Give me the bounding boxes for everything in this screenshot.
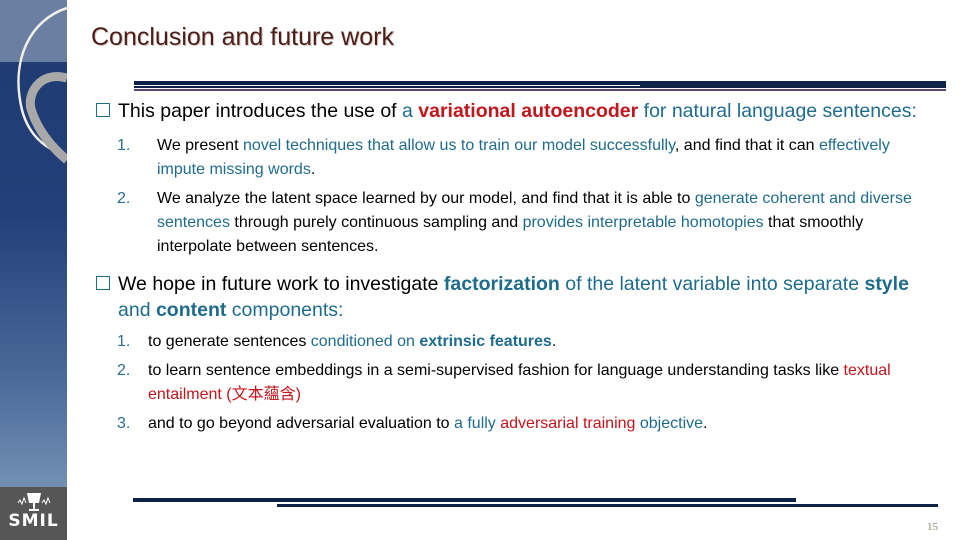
bullet-1-item-1: 1. We present novel techniques that allo… <box>96 134 937 182</box>
microphone-icon <box>17 493 51 511</box>
text-segment: , and find that it can <box>674 137 819 154</box>
footer-rule-upper <box>133 498 796 502</box>
text-segment: objective <box>635 415 704 432</box>
item-number: 1. <box>117 333 131 350</box>
key-term: style <box>864 273 909 295</box>
text-segment: We hope in future work to investigate <box>118 273 444 295</box>
key-term: extrinsic features <box>419 333 552 350</box>
text-segment: . <box>310 161 316 178</box>
text-segment: of the latent variable into separate <box>559 273 865 295</box>
item-number: 1. <box>117 137 131 154</box>
square-bullet-icon <box>96 103 110 117</box>
smil-logo: SMIL <box>0 487 67 540</box>
item-number: 2. <box>117 362 131 379</box>
bullet-2: We hope in future work to investigate fa… <box>96 271 918 323</box>
bullet-1: This paper introduces the use of a varia… <box>96 98 928 124</box>
key-term: adversarial training <box>500 415 636 432</box>
text-segment: through purely continuous sampling and <box>229 214 523 231</box>
text-segment: novel techniques that allow us to train … <box>242 137 675 154</box>
bullet-2-item-3: 3. and to go beyond adversarial evaluati… <box>96 412 938 436</box>
text-segment: to generate sentences <box>148 333 311 350</box>
text-segment: components: <box>226 299 344 321</box>
slide-title: Conclusion and future work <box>91 23 394 51</box>
text-segment: to learn sentence embeddings in a semi-s… <box>148 362 844 379</box>
key-term: content <box>155 299 227 321</box>
text-segment: provides interpretable homotopies <box>522 214 764 231</box>
bullet-1-item-2: 2. We analyze the latent space learned b… <box>96 187 937 259</box>
header-rule-purple <box>134 89 946 91</box>
footer-rule-lower <box>277 504 938 507</box>
key-term: variational autoencoder <box>418 100 639 122</box>
text-segment: for natural language sentences: <box>638 100 917 122</box>
header-rule-thick <box>134 81 640 85</box>
text-segment: . <box>703 415 708 432</box>
text-segment: This paper introduces the use of <box>118 100 402 122</box>
text-segment: and to go beyond adversarial evaluation … <box>148 415 454 432</box>
header-rule-thin <box>134 86 640 88</box>
item-number: 3. <box>117 415 131 432</box>
text-segment: a <box>402 100 419 122</box>
text-segment: We analyze the latent space learned by o… <box>157 190 695 207</box>
text-segment: a fully <box>454 415 501 432</box>
page-number: 15 <box>927 521 938 533</box>
sidebar-decoration: SMIL <box>0 0 67 540</box>
header-rule-thick-right <box>640 81 946 88</box>
logo-text: SMIL <box>8 511 59 531</box>
bullet-2-item-2: 2. to learn sentence embeddings in a sem… <box>96 359 908 407</box>
text-segment: We present <box>157 137 243 154</box>
decorative-arcs-icon <box>17 6 67 164</box>
text-segment: and <box>118 299 156 321</box>
bullet-2-item-1: 1. to generate sentences conditioned on … <box>96 330 938 354</box>
item-number: 2. <box>117 190 131 207</box>
text-segment: . <box>551 333 557 350</box>
square-bullet-icon <box>96 276 110 290</box>
slide-content: This paper introduces the use of a varia… <box>96 98 946 436</box>
text-segment: conditioned on <box>310 333 420 350</box>
key-term: factorization <box>443 273 560 295</box>
